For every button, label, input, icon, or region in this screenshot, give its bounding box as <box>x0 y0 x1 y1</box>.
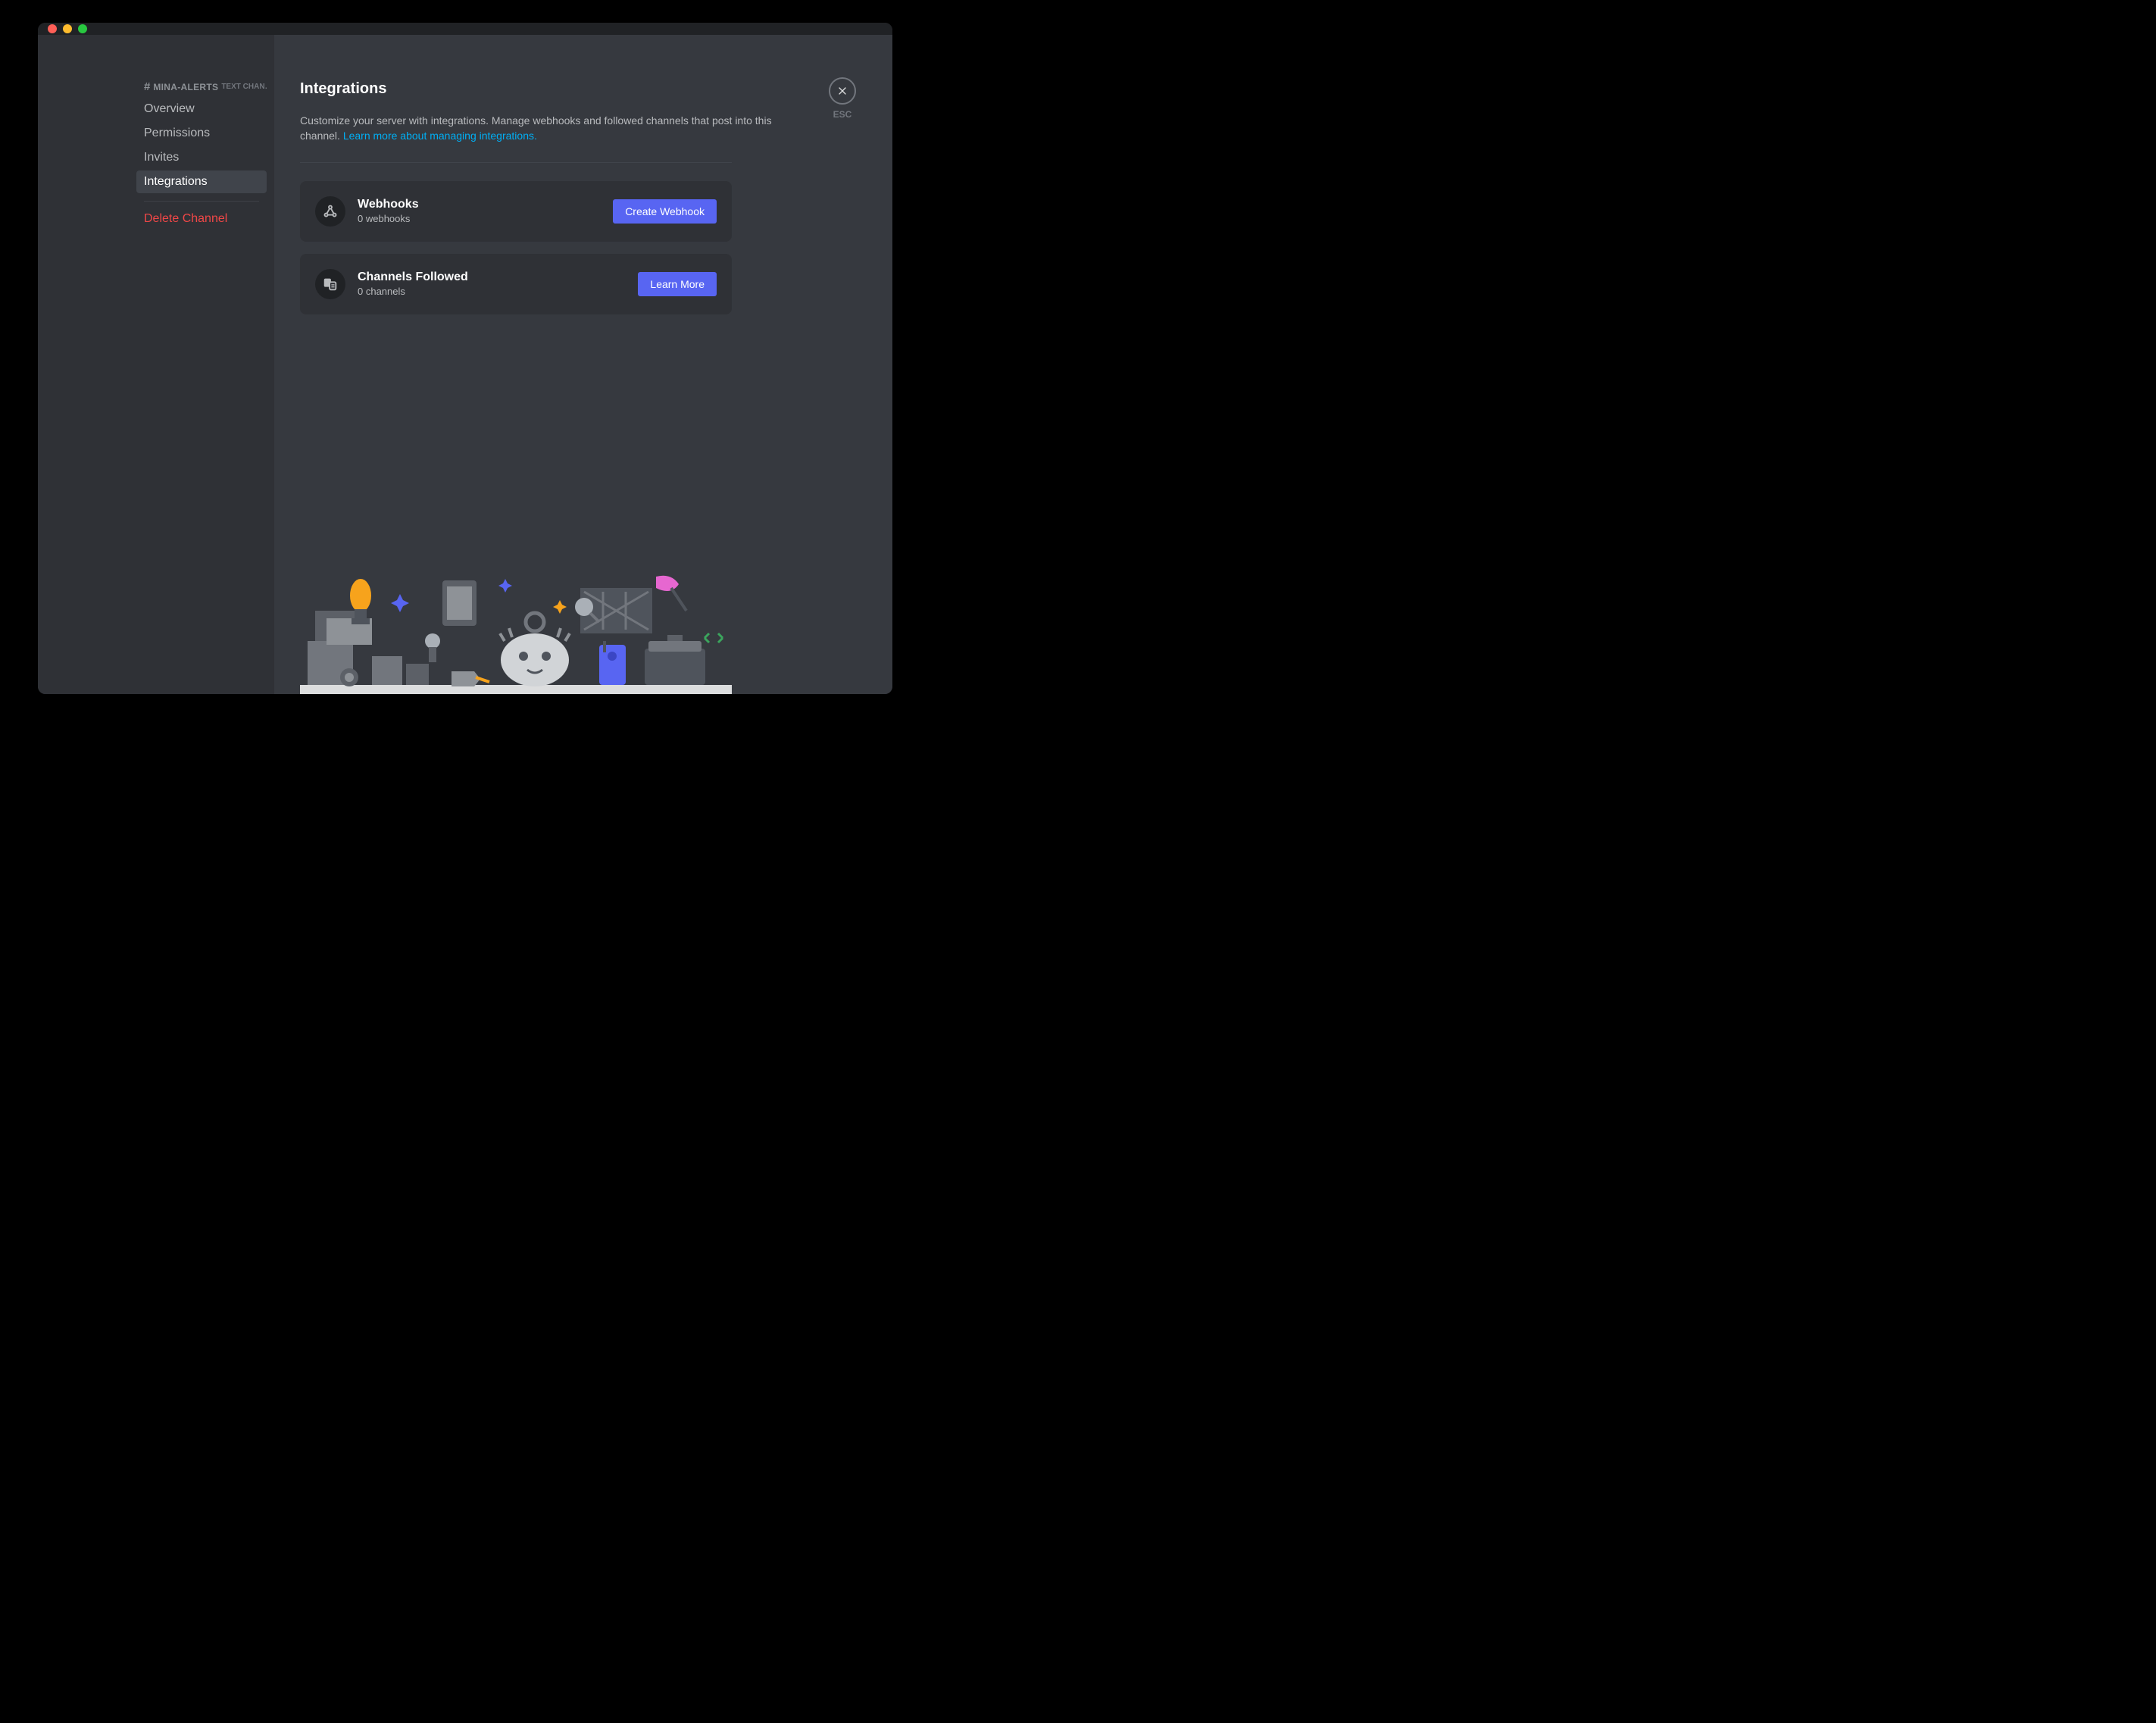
channels-followed-subtitle: 0 channels <box>358 286 626 297</box>
channels-followed-card-text: Channels Followed 0 channels <box>358 270 626 297</box>
learn-more-link[interactable]: Learn more about managing integrations. <box>343 130 537 142</box>
sidebar-item-integrations[interactable]: Integrations <box>136 170 267 193</box>
app-body: # MINA-ALERTS TEXT CHAN… Overview Permis… <box>38 35 892 694</box>
window-titlebar <box>38 23 892 35</box>
sidebar-channel-header: # MINA-ALERTS TEXT CHAN… <box>136 80 267 98</box>
window-close-dot[interactable] <box>48 24 57 33</box>
webhooks-subtitle: 0 webhooks <box>358 213 601 224</box>
close-icon <box>836 85 848 97</box>
webhooks-card-text: Webhooks 0 webhooks <box>358 198 601 224</box>
window-zoom-dot[interactable] <box>78 24 87 33</box>
webhooks-title: Webhooks <box>358 198 601 211</box>
channels-followed-icon <box>315 269 345 299</box>
page-description: Customize your server with integrations.… <box>300 113 800 144</box>
content-area: Integrations Customize your server with … <box>274 35 892 694</box>
channels-followed-card: Channels Followed 0 channels Learn More <box>300 254 732 314</box>
webhook-icon <box>315 196 345 227</box>
page-title: Integrations <box>300 80 862 98</box>
webhooks-card: Webhooks 0 webhooks Create Webhook <box>300 181 732 242</box>
close-label: ESC <box>833 109 852 120</box>
content-divider <box>300 162 732 163</box>
window-minimize-dot[interactable] <box>63 24 72 33</box>
sidebar-item-delete-channel[interactable]: Delete Channel <box>136 208 267 230</box>
close-button[interactable] <box>829 77 856 105</box>
channels-followed-title: Channels Followed <box>358 270 626 284</box>
create-webhook-button[interactable]: Create Webhook <box>613 199 717 224</box>
sidebar-item-invites[interactable]: Invites <box>136 146 267 169</box>
settings-sidebar: # MINA-ALERTS TEXT CHAN… Overview Permis… <box>38 35 274 694</box>
close-control: ESC <box>829 77 856 120</box>
sidebar-separator <box>144 201 259 202</box>
hash-icon: # <box>144 80 150 93</box>
sidebar-item-permissions[interactable]: Permissions <box>136 122 267 145</box>
learn-more-button[interactable]: Learn More <box>638 272 717 296</box>
footer-illustration <box>300 565 732 694</box>
channel-name: MINA-ALERTS <box>153 82 218 92</box>
app-window: # MINA-ALERTS TEXT CHAN… Overview Permis… <box>38 23 892 694</box>
channel-type-label: TEXT CHAN… <box>221 83 267 91</box>
sidebar-item-overview[interactable]: Overview <box>136 98 267 120</box>
